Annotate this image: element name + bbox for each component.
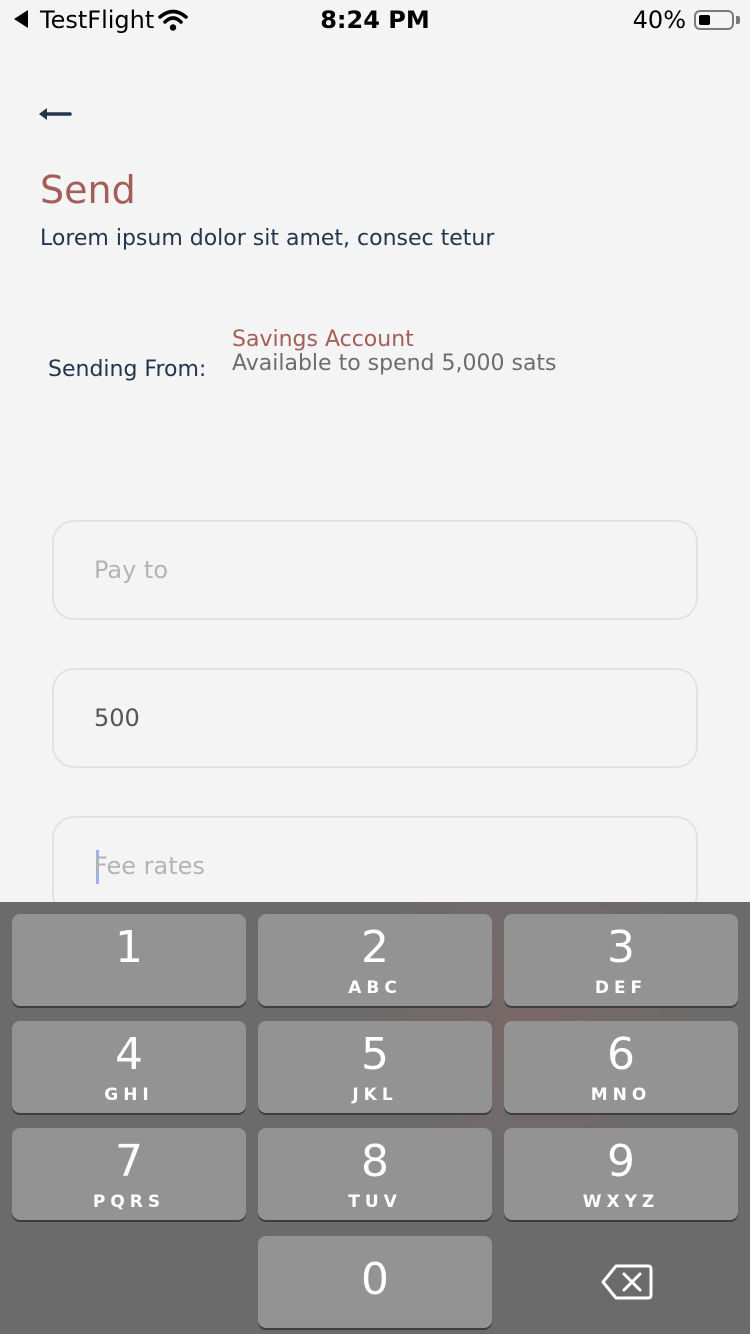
pay-to-field[interactable] <box>52 520 698 620</box>
key-digit: 5 <box>361 1029 389 1080</box>
key-5[interactable]: 5 JKL <box>258 1021 492 1113</box>
key-3[interactable]: 3 DEF <box>504 914 738 1006</box>
battery-icon <box>694 10 734 30</box>
fee-rates-input[interactable] <box>94 818 654 914</box>
key-letters: GHI <box>104 1085 154 1105</box>
key-digit: 2 <box>361 922 389 973</box>
delete-left-icon[interactable] <box>600 1262 654 1302</box>
fee-rates-field[interactable] <box>52 816 698 916</box>
key-letters: TUV <box>348 1192 402 1212</box>
key-digit: 0 <box>361 1254 389 1305</box>
key-0[interactable]: 0 <box>258 1236 492 1328</box>
key-digit: 4 <box>115 1029 143 1080</box>
pay-to-input[interactable] <box>94 522 654 618</box>
battery-percent: 40% <box>632 6 686 34</box>
battery-tip <box>736 16 740 24</box>
key-digit: 1 <box>115 922 143 973</box>
account-name[interactable]: Savings Account <box>232 327 414 352</box>
key-9[interactable]: 9 WXYZ <box>504 1128 738 1220</box>
sending-from-label: Sending From: <box>48 357 207 382</box>
back-arrow-icon[interactable] <box>36 100 72 128</box>
key-4[interactable]: 4 GHI <box>12 1021 246 1113</box>
status-bar: TestFlight 8:24 PM 40% <box>0 0 750 42</box>
key-1[interactable]: 1 <box>12 914 246 1006</box>
key-letters: ABC <box>348 978 402 998</box>
key-2[interactable]: 2 ABC <box>258 914 492 1006</box>
key-digit: 3 <box>607 922 635 973</box>
amount-input[interactable] <box>94 670 654 766</box>
amount-field[interactable] <box>52 668 698 768</box>
key-digit: 8 <box>361 1136 389 1187</box>
page-subtitle: Lorem ipsum dolor sit amet, consec tetur <box>40 226 495 251</box>
key-letters: MNO <box>590 1085 652 1105</box>
numeric-keyboard: 1 2 ABC 3 DEF 4 GHI 5 JKL 6 MNO 7 PQRS 8… <box>0 902 750 1334</box>
key-letters: WXYZ <box>582 1192 660 1212</box>
key-8[interactable]: 8 TUV <box>258 1128 492 1220</box>
key-7[interactable]: 7 PQRS <box>12 1128 246 1220</box>
key-letters: JKL <box>352 1085 398 1105</box>
key-letters: DEF <box>594 978 648 998</box>
key-digit: 9 <box>607 1136 635 1187</box>
key-6[interactable]: 6 MNO <box>504 1021 738 1113</box>
account-available-balance: Available to spend 5,000 sats <box>232 351 557 376</box>
key-letters: PQRS <box>92 1192 166 1212</box>
key-digit: 7 <box>115 1136 143 1187</box>
page-title: Send <box>40 168 136 212</box>
key-digit: 6 <box>607 1029 635 1080</box>
